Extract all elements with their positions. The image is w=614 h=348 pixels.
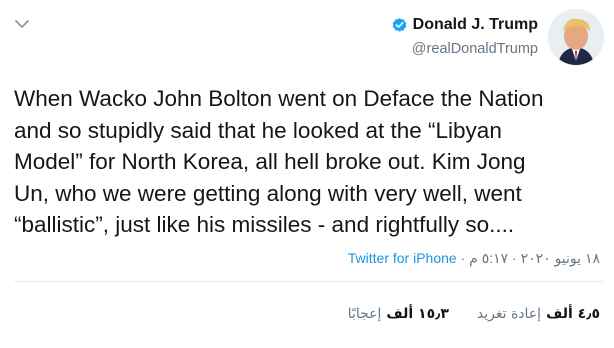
meta-separator: · <box>508 250 521 266</box>
divider <box>14 281 604 282</box>
retweet-count-label: إعادة تغريد <box>476 306 542 322</box>
verified-badge-icon <box>392 17 406 32</box>
like-count-label: إعجابًا <box>347 306 382 322</box>
display-name[interactable]: Donald J. Trump <box>413 16 538 34</box>
tweet-text: When Wacko John Bolton went on Deface th… <box>14 86 544 237</box>
meta-separator: · <box>456 250 470 266</box>
tweet-stats: ٤٫٥ ألف إعادة تغريد ١٥٫٣ ألف إعجابًا <box>348 306 600 322</box>
retweet-count-value: ٤٫٥ ألف <box>546 306 600 322</box>
user-name-row[interactable]: Donald J. Trump <box>391 16 538 34</box>
retweet-count[interactable]: ٤٫٥ ألف إعادة تغريد <box>477 306 600 322</box>
tweet-card: Donald J. Trump @realDonaldTrump When Wa… <box>0 0 614 348</box>
avatar[interactable] <box>548 9 604 65</box>
like-count-value: ١٥٫٣ ألف <box>386 306 449 322</box>
tweet-date[interactable]: ١٨ يونيو ٢٠٢٠ <box>521 250 600 266</box>
tweet-metadata: Twitter for iPhone · ١٨ يونيو ٢٠٢٠ · ٥:١… <box>348 250 600 267</box>
avatar-image <box>548 9 604 65</box>
user-handle[interactable]: @realDonaldTrump <box>412 41 538 57</box>
tweet-time[interactable]: ٥:١٧ م <box>469 250 508 266</box>
like-count[interactable]: ١٥٫٣ ألف إعجابًا <box>348 306 449 322</box>
chevron-down-icon[interactable] <box>14 18 30 30</box>
tweet-source-link[interactable]: Twitter for iPhone <box>348 250 457 266</box>
